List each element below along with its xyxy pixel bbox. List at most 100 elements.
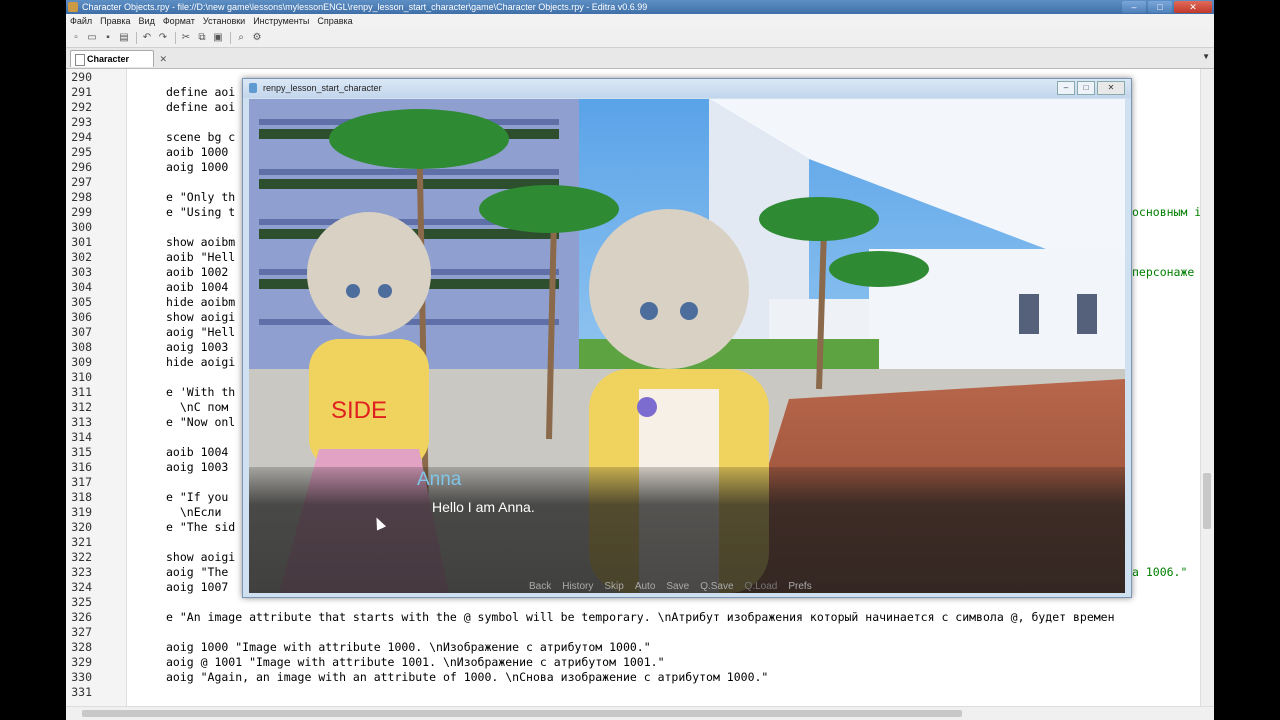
code-line[interactable]: 317 <box>66 475 92 490</box>
code-line[interactable]: 295 aoib 1000 <box>66 145 228 160</box>
line-number: 323 <box>71 565 92 579</box>
line-number: 321 <box>71 535 92 549</box>
quick-menu-back[interactable]: Back <box>529 581 551 592</box>
quick-menu-save[interactable]: Save <box>666 581 689 592</box>
code-line[interactable]: 329 aoig @ 1001 "Image with attribute 100… <box>66 655 664 670</box>
code-line[interactable]: 306 show aoigi <box>66 310 235 325</box>
code-line[interactable]: 307 aoig "Hell <box>66 325 235 340</box>
code-line[interactable]: 293 <box>66 115 92 130</box>
editor-titlebar[interactable]: Character Objects.rpy - file://D:\new ga… <box>66 0 1214 14</box>
game-minimize-button[interactable]: – <box>1057 81 1075 95</box>
line-number: 327 <box>71 625 92 639</box>
code-line[interactable]: 315 aoib 1004 <box>66 445 228 460</box>
code-line[interactable]: 321 <box>66 535 92 550</box>
line-number: 296 <box>71 160 92 174</box>
code-line[interactable]: 326 e "An image attribute that starts wit… <box>66 610 1114 625</box>
code-line[interactable]: 297 <box>66 175 92 190</box>
new-file-icon[interactable]: ▫ <box>70 32 82 44</box>
code-line[interactable]: 308 aoig 1003 <box>66 340 228 355</box>
print-icon[interactable]: ▤ <box>118 32 130 44</box>
menu-edit[interactable]: Правка <box>96 14 134 29</box>
line-number: 311 <box>71 385 92 399</box>
find-icon[interactable]: ⌕ <box>235 32 247 44</box>
close-button[interactable]: ✕ <box>1174 1 1212 13</box>
menu-file[interactable]: Файл <box>66 14 96 29</box>
game-maximize-button[interactable]: □ <box>1077 81 1095 95</box>
code-line[interactable]: 312 \nC пом <box>66 400 228 415</box>
vertical-scroll-thumb[interactable] <box>1203 473 1211 529</box>
minimize-button[interactable]: – <box>1122 1 1146 13</box>
code-line[interactable]: 309 hide aoigi <box>66 355 235 370</box>
settings-icon[interactable]: ⚙ <box>251 32 263 44</box>
quick-menu-prefs[interactable]: Prefs <box>788 581 811 592</box>
line-number: 325 <box>71 595 92 609</box>
editra-app-icon <box>68 2 78 12</box>
code-line[interactable]: 316 aoig 1003 <box>66 460 228 475</box>
horizontal-scrollbar[interactable] <box>66 706 1214 720</box>
code-line[interactable]: 323 aoig "The <box>66 565 228 580</box>
maximize-button[interactable]: □ <box>1148 1 1172 13</box>
code-line[interactable]: 291 define aoi <box>66 85 235 100</box>
code-line[interactable]: 320 e "The sid <box>66 520 235 535</box>
menu-help[interactable]: Справка <box>313 14 356 29</box>
line-number: 308 <box>71 340 92 354</box>
paste-icon[interactable]: ▣ <box>212 32 224 44</box>
horizontal-scroll-thumb[interactable] <box>82 710 962 717</box>
code-line[interactable]: 310 <box>66 370 92 385</box>
line-number: 317 <box>71 475 92 489</box>
game-close-button[interactable]: ✕ <box>1097 81 1125 95</box>
code-line[interactable]: 313 e "Now onl <box>66 415 235 430</box>
code-line[interactable]: 304 aoib 1004 <box>66 280 228 295</box>
code-text: e 'With th <box>166 385 236 399</box>
menu-format[interactable]: Формат <box>159 14 199 29</box>
code-line[interactable]: 311 e 'With th <box>66 385 235 400</box>
code-line[interactable]: 303 aoib 1002 <box>66 265 228 280</box>
game-scene[interactable]: SIDE Anna Hello I am Anna. Back History … <box>249 99 1125 593</box>
code-line[interactable]: 305 hide aoibm <box>66 295 235 310</box>
line-number: 322 <box>71 550 92 564</box>
code-line[interactable]: 322 show aoigi <box>66 550 235 565</box>
quick-menu-qload[interactable]: Q.Load <box>745 581 778 592</box>
dialogue-box[interactable] <box>249 467 1125 593</box>
menu-settings[interactable]: Установки <box>199 14 249 29</box>
code-line[interactable]: 331 <box>66 685 92 700</box>
close-tab-icon[interactable]: ✕ <box>159 51 167 68</box>
code-fragment-right: персонаже <box>1132 265 1195 279</box>
cut-icon[interactable]: ✂ <box>180 32 192 44</box>
quick-menu-skip[interactable]: Skip <box>604 581 623 592</box>
menu-tools[interactable]: Инструменты <box>249 14 313 29</box>
vertical-scrollbar[interactable] <box>1200 69 1214 706</box>
quick-menu-qsave[interactable]: Q.Save <box>700 581 733 592</box>
code-fragment-right: основным i <box>1132 205 1200 219</box>
open-folder-icon[interactable]: ▭ <box>86 32 98 44</box>
menu-view[interactable]: Вид <box>135 14 159 29</box>
code-line[interactable]: 314 <box>66 430 92 445</box>
code-line[interactable]: 299 e "Using t <box>66 205 235 220</box>
code-line[interactable]: 292 define aoi <box>66 100 235 115</box>
code-line[interactable]: 294 scene bg c <box>66 130 235 145</box>
tab-character-objects[interactable]: Character Obj... ✕ <box>70 50 167 81</box>
code-line[interactable]: 319 \nЕсли <box>66 505 221 520</box>
quick-menu-auto[interactable]: Auto <box>635 581 656 592</box>
tab-dropdown-icon[interactable]: ▼ <box>1202 52 1210 61</box>
code-line[interactable]: 324 aoig 1007 <box>66 580 228 595</box>
undo-icon[interactable]: ↶ <box>141 32 153 44</box>
code-line[interactable]: 318 e "If you <box>66 490 228 505</box>
code-line[interactable]: 327 <box>66 625 92 640</box>
code-line[interactable]: 298 e "Only th <box>66 190 235 205</box>
code-line[interactable]: 325 <box>66 595 92 610</box>
code-line[interactable]: 302 aoib "Hell <box>66 250 235 265</box>
code-line[interactable]: 290 <box>66 70 92 85</box>
code-line[interactable]: 301 show aoibm <box>66 235 235 250</box>
redo-icon[interactable]: ↷ <box>157 32 169 44</box>
code-line[interactable]: 328 aoig 1000 "Image with attribute 1000.… <box>66 640 650 655</box>
code-text: aoig 1007 <box>166 580 229 594</box>
code-line[interactable]: 330 aoig "Again, an image with an attribu… <box>66 670 768 685</box>
copy-icon[interactable]: ⧉ <box>196 32 208 44</box>
toolbar-separator <box>230 32 231 44</box>
save-icon[interactable]: ▪ <box>102 32 114 44</box>
quick-menu-history[interactable]: History <box>562 581 593 592</box>
code-line[interactable]: 296 aoig 1000 <box>66 160 228 175</box>
code-line[interactable]: 300 <box>66 220 92 235</box>
game-titlebar[interactable]: renpy_lesson_start_character – □ ✕ <box>243 79 1131 98</box>
